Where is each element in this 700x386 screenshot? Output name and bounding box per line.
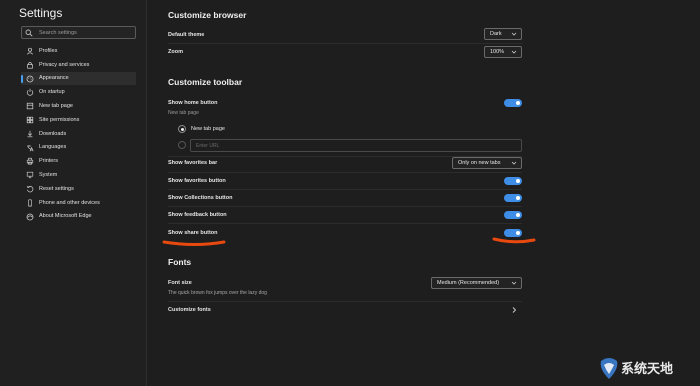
sidebar-item-new-tab-page[interactable]: New tab page [21, 99, 136, 113]
settings-sidebar: Settings Search settings Profiles Privac… [0, 0, 146, 386]
favorites-bar-select[interactable]: Only on new tabs [452, 157, 522, 169]
person-icon [26, 47, 34, 55]
sidebar-item-label: Printers [39, 158, 58, 165]
font-size-label: Font size [168, 280, 192, 286]
show-home-button-label: Show home button [168, 100, 218, 106]
search-placeholder: Search settings [39, 30, 77, 36]
font-size-select[interactable]: Medium (Recommended) [431, 277, 522, 289]
toggle-knob [516, 101, 520, 105]
home-grid-icon [26, 103, 34, 110]
default-theme-label: Default theme [168, 32, 205, 38]
favorites-bar-value: Only on new tabs [458, 160, 501, 166]
row-divider [168, 206, 522, 207]
sidebar-item-site-permissions[interactable]: Site permissions [21, 113, 136, 127]
show-favorites-bar-label: Show favorites bar [168, 160, 218, 166]
sidebar-item-printers[interactable]: Printers [21, 154, 136, 168]
chevron-right-icon[interactable] [510, 306, 518, 314]
edge-logo-icon [26, 213, 34, 220]
palette-icon [26, 75, 34, 82]
url-input-placeholder: Enter URL [196, 143, 220, 149]
phone-icon [28, 199, 32, 207]
sidebar-item-label: Reset settings [39, 185, 74, 192]
sidebar-item-system[interactable]: System [21, 168, 136, 182]
default-theme-select[interactable]: Dark [484, 28, 522, 40]
languages-icon [27, 144, 34, 151]
sidebar-item-label: On startup [39, 89, 65, 96]
sidebar-item-on-startup[interactable]: On startup [21, 85, 136, 99]
sidebar-item-label: Privacy and services [39, 61, 90, 68]
sidebar-item-label: System [39, 172, 58, 179]
row-divider [168, 301, 522, 302]
sidebar-item-phone-devices[interactable]: Phone and other devices [21, 196, 136, 210]
sidebar-item-privacy[interactable]: Privacy and services [21, 58, 136, 72]
sidebar-item-reset-settings[interactable]: Reset settings [21, 182, 136, 196]
power-icon [26, 89, 34, 97]
show-feedback-button-label: Show feedback button [168, 212, 227, 218]
row-divider [168, 223, 522, 224]
sidebar-item-label: Site permissions [39, 116, 80, 123]
sidebar-item-label: Downloads [39, 130, 67, 137]
sidebar-title: Settings [19, 6, 63, 20]
font-preview-text: The quick brown fox jumps over the lazy … [168, 290, 267, 296]
sidebar-item-downloads[interactable]: Downloads [21, 127, 136, 141]
sidebar-item-label: New tab page [39, 103, 73, 110]
monitor-icon [26, 172, 34, 179]
new-tab-page-radio-label: New tab page [191, 126, 225, 132]
printer-icon [26, 158, 34, 165]
lock-icon [27, 61, 33, 69]
watermark-logo-icon [600, 358, 618, 379]
toggle-knob [516, 213, 520, 217]
row-divider [168, 172, 522, 173]
show-feedback-button-toggle[interactable] [504, 211, 522, 219]
new-tab-page-radio[interactable] [178, 125, 186, 133]
chevron-down-icon [511, 32, 517, 36]
chevron-down-icon [511, 281, 517, 285]
sidebar-item-label: About Microsoft Edge [39, 213, 92, 220]
show-collections-button-toggle[interactable] [504, 194, 522, 202]
section-heading-fonts: Fonts [168, 257, 192, 267]
annotation-underline-label [162, 240, 226, 246]
sidebar-item-languages[interactable]: Languages [21, 141, 136, 155]
show-home-button-sublabel: New tab page [168, 110, 199, 116]
url-input[interactable]: Enter URL [190, 139, 522, 152]
annotation-underline-toggle [492, 237, 536, 244]
row-divider [168, 43, 522, 44]
sidebar-item-label: Languages [39, 144, 67, 151]
search-input[interactable]: Search settings [21, 26, 136, 39]
show-favorites-button-toggle[interactable] [504, 177, 522, 185]
sidebar-item-label: Profiles [39, 47, 58, 54]
watermark-text: 系统天地 [621, 361, 674, 376]
toggle-knob [516, 196, 520, 200]
show-favorites-button-label: Show favorites button [168, 178, 226, 184]
sidebar-item-label: Appearance [39, 75, 69, 82]
sidebar-nav: Profiles Privacy and services Appearance… [21, 44, 136, 223]
search-icon [25, 29, 33, 37]
reset-icon [26, 185, 34, 193]
font-size-value: Medium (Recommended) [437, 280, 500, 286]
sidebar-item-appearance[interactable]: Appearance [21, 71, 136, 86]
settings-main-panel [147, 0, 700, 386]
sidebar-item-about-edge[interactable]: About Microsoft Edge [21, 210, 136, 224]
show-collections-button-label: Show Collections button [168, 195, 233, 201]
default-theme-value: Dark [490, 31, 502, 37]
sidebar-item-profiles[interactable]: Profiles [21, 44, 136, 58]
zoom-label: Zoom [168, 49, 183, 55]
site-grid-icon [26, 116, 34, 124]
zoom-value: 100% [490, 49, 505, 55]
chevron-down-icon [511, 161, 517, 165]
zoom-select[interactable]: 100% [484, 46, 522, 58]
download-icon [27, 130, 33, 137]
section-heading-customize-browser: Customize browser [168, 10, 247, 20]
sidebar-item-label: Phone and other devices [39, 199, 100, 206]
show-home-button-toggle[interactable] [504, 99, 522, 107]
section-heading-customize-toolbar: Customize toolbar [168, 77, 243, 87]
row-divider [168, 189, 522, 190]
customize-fonts-label: Customize fonts [168, 307, 211, 313]
toggle-knob [516, 179, 520, 183]
enter-url-radio[interactable] [178, 141, 186, 149]
chevron-down-icon [511, 50, 517, 54]
